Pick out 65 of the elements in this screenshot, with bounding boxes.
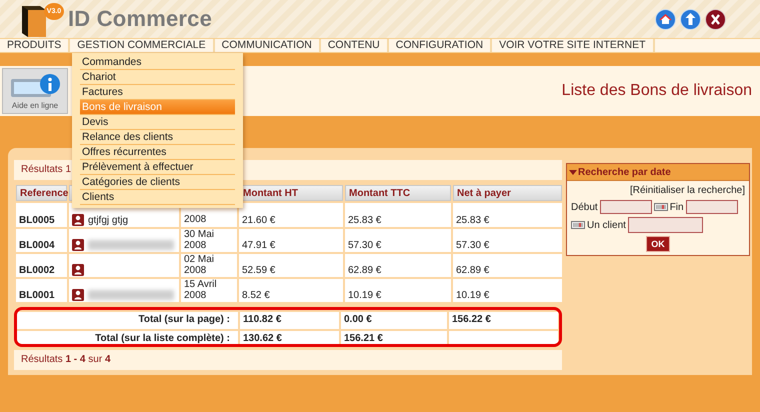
table-cell: 21.60 € — [239, 203, 343, 227]
total-value: 110.82 € — [240, 312, 341, 329]
person-icon[interactable] — [72, 214, 84, 226]
table-cell: BL0001 — [16, 279, 67, 302]
table-cell: 15 Avril 2008 — [181, 279, 237, 302]
field-label: Fin — [670, 202, 684, 212]
close-icon[interactable] — [705, 8, 726, 30]
nav-menu-item[interactable]: CONTENU — [320, 39, 389, 52]
total-label: Total (sur la page) : — [17, 312, 240, 329]
help-button[interactable]: Aide en ligne — [2, 68, 68, 114]
total-value: 0.00 € — [341, 312, 449, 329]
table-cell: 8.52 € — [239, 279, 343, 302]
total-value: 130.62 € — [240, 331, 341, 344]
dropdown-item[interactable]: Offres récurrentes — [80, 145, 235, 160]
dropdown-item[interactable]: Devis — [80, 115, 235, 130]
reset-link[interactable]: [Réinitialiser la recherche] — [630, 185, 745, 196]
product-box-icon — [20, 3, 48, 37]
caret-down-icon[interactable] — [569, 170, 577, 174]
panel-title: Recherche par date — [578, 166, 671, 178]
logo-text: ID Commerce — [68, 6, 212, 32]
home-icon[interactable] — [655, 8, 676, 30]
table-cell: BL0005 — [16, 203, 67, 227]
total-value: 156.21 € — [341, 331, 449, 344]
table-cell: 52.59 € — [239, 254, 343, 277]
person-icon[interactable] — [72, 264, 84, 276]
table-cell: 10.19 € — [345, 279, 451, 302]
nav-menu-item[interactable]: PRODUITS — [0, 39, 70, 52]
table-cell: BL0002 — [16, 254, 67, 277]
ok-button[interactable]: OK — [646, 236, 670, 252]
table-cell: 25.83 € — [345, 203, 451, 227]
dropdown-item[interactable]: Clients — [80, 190, 235, 205]
page-title: Liste des Bons de livraison — [562, 82, 752, 100]
column-header[interactable]: Reference — [16, 185, 67, 201]
table-cell: 25.83 € — [453, 203, 562, 227]
person-icon[interactable] — [72, 239, 84, 251]
results-count: Résultats 1 - 4 sur 4 — [14, 350, 562, 370]
table-cell: BL0004 — [16, 229, 67, 252]
total-label: Total (sur la liste complète) : — [17, 331, 240, 344]
dropdown-item[interactable]: Chariot — [80, 70, 235, 85]
table-cell: 10.19 € — [453, 279, 562, 302]
calendar-icon[interactable] — [654, 203, 668, 211]
calendar-icon[interactable] — [571, 221, 585, 229]
table-cell: 62.89 € — [453, 254, 562, 277]
nav-menu-item[interactable]: CONFIGURATION — [388, 39, 492, 52]
table-cell: 02 Mai 2008 — [181, 254, 237, 277]
person-icon[interactable] — [72, 289, 84, 301]
end-date-field[interactable] — [686, 200, 738, 214]
client-name: gtjfgj gtjg — [88, 214, 128, 226]
nav-menu-item[interactable]: VOIR VOTRE SITE INTERNET — [492, 39, 655, 52]
table-cell: 57.30 € — [345, 229, 451, 252]
dropdown-item[interactable]: Prélèvement à effectuer — [80, 160, 235, 175]
field-label: Début — [571, 202, 598, 212]
table-cell: 57.30 € — [453, 229, 562, 252]
column-header[interactable]: Montant TTC — [345, 185, 451, 201]
start-date-field[interactable] — [600, 200, 652, 214]
field-label: Un client — [587, 220, 626, 230]
dropdown-item[interactable]: Relance des clients — [80, 130, 235, 145]
column-header[interactable]: Net à payer — [453, 185, 562, 201]
total-value: 156.22 € — [449, 312, 559, 329]
table-cell: 47.91 € — [239, 229, 343, 252]
table-cell: 30 Mai 2008 — [181, 229, 237, 252]
client-field[interactable] — [628, 217, 703, 233]
dropdown-item[interactable]: Catégories de clients — [80, 175, 235, 190]
table-cell: 62.89 € — [345, 254, 451, 277]
dropdown-item[interactable]: Commandes — [80, 55, 235, 70]
